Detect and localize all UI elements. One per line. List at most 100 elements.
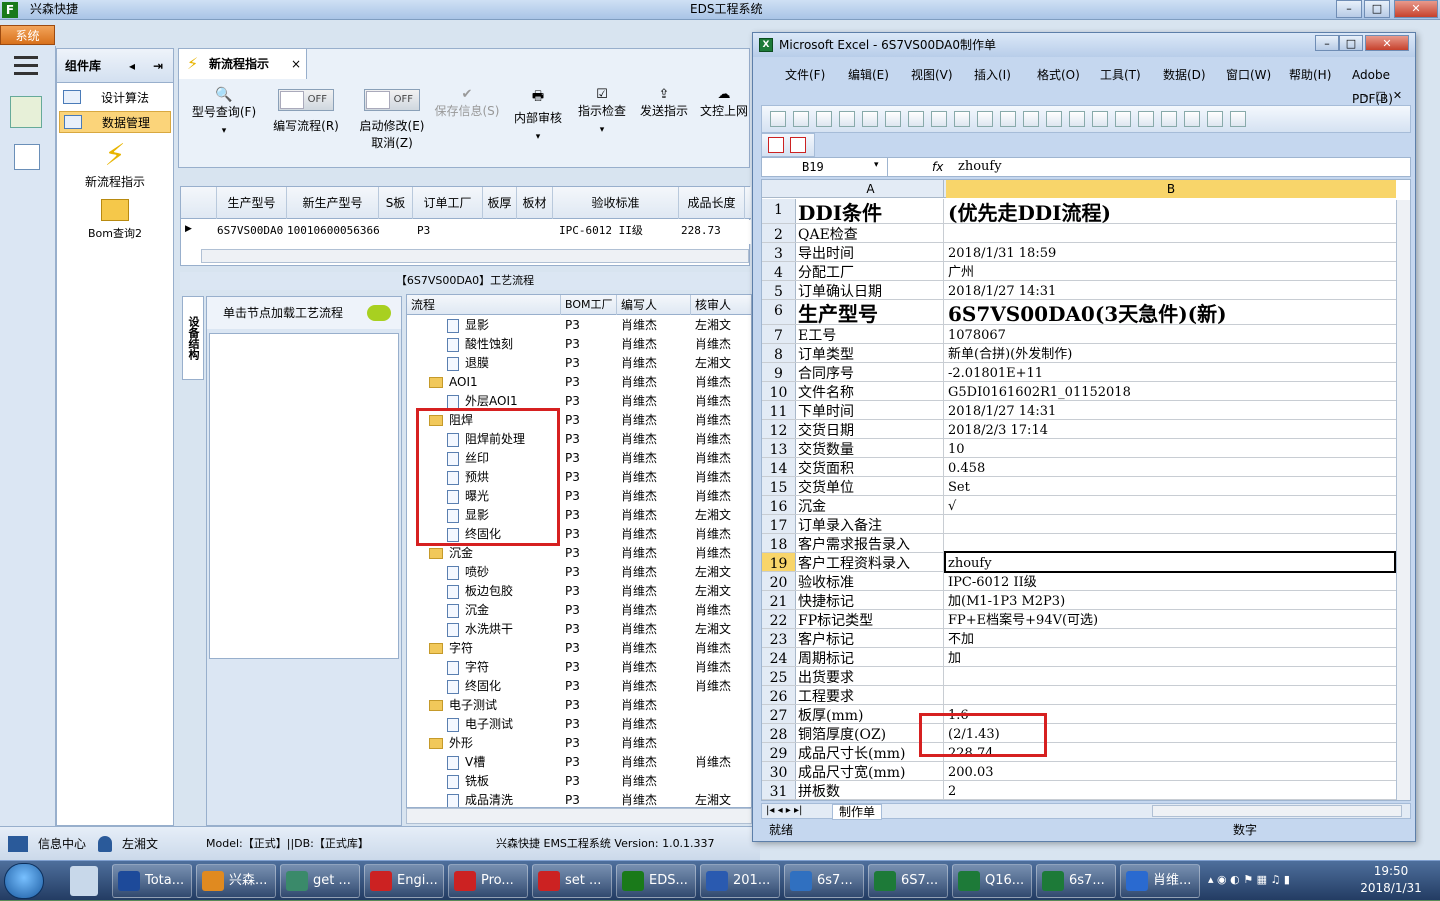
tree-row[interactable]: 电子测试 P3 肖维杰 — [407, 715, 751, 734]
model-query-button[interactable]: 🔍 型号查询(F) ▾ — [185, 87, 263, 167]
calculator-icon[interactable] — [14, 144, 40, 170]
sort-asc-icon[interactable] — [1138, 111, 1154, 127]
row-number[interactable]: 3 — [762, 243, 796, 262]
sheet-nav-icon[interactable]: |◂ ◂ ▸ ▸| — [766, 804, 802, 818]
cell-a[interactable]: 交货面积 — [798, 458, 944, 476]
cell-a[interactable]: 周期标记 — [798, 648, 944, 666]
minimize-button[interactable]: – — [1336, 0, 1362, 18]
sheet-tab[interactable]: 制作单 — [832, 804, 883, 820]
cell-a[interactable]: DDI条件 — [798, 199, 944, 223]
row-number[interactable]: 29 — [762, 743, 796, 762]
format-painter-icon[interactable] — [1023, 111, 1039, 127]
cell-b[interactable]: 不加 — [946, 629, 1394, 647]
row-number[interactable]: 1 — [762, 199, 796, 223]
sheet-row[interactable]: 13 交货数量 10 — [762, 439, 1396, 458]
row-number[interactable]: 13 — [762, 439, 796, 458]
cell-b[interactable]: 200.03 — [946, 762, 1394, 780]
pdf-icon[interactable] — [768, 137, 784, 153]
open-icon[interactable] — [793, 111, 809, 127]
chart-icon[interactable] — [1184, 111, 1200, 127]
sheet-row[interactable]: 19 客户工程资料录入 zhoufy — [762, 551, 1396, 573]
excel-close-button[interactable]: ✕ — [1365, 35, 1409, 51]
row-number[interactable]: 15 — [762, 477, 796, 496]
col-header[interactable]: 核审人 — [691, 295, 751, 315]
cell-a[interactable]: 订单类型 — [798, 344, 944, 362]
sheet-row[interactable]: 17 订单录入备注 — [762, 515, 1396, 534]
row-number[interactable]: 9 — [762, 363, 796, 382]
tree-row[interactable]: 显影 P3 肖维杰 左湘文 — [407, 316, 751, 335]
row-number[interactable]: 6 — [762, 300, 796, 324]
tree-row[interactable]: 字符 P3 肖维杰 肖维杰 — [407, 639, 751, 658]
cell-a[interactable]: 客户需求报告录入 — [798, 534, 944, 552]
col-header-b[interactable]: B — [946, 180, 1396, 198]
cell-a[interactable]: 生产型号 — [798, 300, 944, 324]
menu-item[interactable]: 格式(O) — [1037, 63, 1080, 87]
cell-b[interactable]: 2018/2/3 17:14 — [946, 420, 1394, 438]
save-icon[interactable] — [816, 111, 832, 127]
taskbar-button[interactable]: 201... — [700, 864, 780, 898]
close-tab-icon[interactable]: × — [291, 49, 301, 79]
save-info-button[interactable]: ✔ 保存信息(S) — [433, 87, 501, 167]
sheet-row[interactable]: 11 下单时间 2018/1/27 14:31 — [762, 401, 1396, 420]
cell-b[interactable] — [946, 534, 1394, 552]
table-row[interactable]: ▶ 6S7VS00DA0 10010600056366 P3 IPC-6012 … — [181, 220, 751, 244]
cell-b[interactable]: 加 — [946, 648, 1394, 666]
cell-b[interactable]: 1078067 — [946, 325, 1394, 343]
col-header[interactable]: 验收标准 — [553, 187, 679, 219]
toggle-switch[interactable]: OFF — [278, 89, 334, 111]
send-instruction-button[interactable]: ⇪ 发送指示 — [635, 87, 693, 167]
menu-item[interactable]: 窗口(W) — [1226, 63, 1271, 87]
row-number[interactable]: 18 — [762, 534, 796, 553]
col-header[interactable]: 板厚 — [483, 187, 517, 219]
excel-vertical-scrollbar[interactable] — [1396, 200, 1410, 800]
cell-b[interactable]: 广州 — [946, 262, 1394, 280]
comp-item-design-algo[interactable]: 设计算法 — [59, 87, 171, 109]
drawing-icon[interactable] — [1207, 111, 1223, 127]
cell-b[interactable] — [946, 515, 1394, 533]
taskbar-button[interactable]: Tota... — [112, 864, 192, 898]
paste-icon[interactable] — [1000, 111, 1016, 127]
start-modify-toggle[interactable]: OFF 启动修改(E) 取消(Z) — [349, 87, 435, 167]
row-number[interactable]: 30 — [762, 762, 796, 781]
row-number[interactable]: 7 — [762, 325, 796, 344]
row-number[interactable]: 21 — [762, 591, 796, 610]
fx-icon[interactable]: fx — [932, 158, 943, 176]
row-number[interactable]: 20 — [762, 572, 796, 591]
taskbar-button[interactable]: 6s7... — [1036, 864, 1116, 898]
cell-b[interactable]: G5DI0161602R1_01152018 — [946, 382, 1394, 400]
pdf-mail-icon[interactable] — [790, 137, 806, 153]
fill-color-icon[interactable] — [1230, 111, 1246, 127]
cell-a[interactable]: 交货数量 — [798, 439, 944, 457]
hyperlink-icon[interactable] — [1092, 111, 1108, 127]
cell-a[interactable]: 下单时间 — [798, 401, 944, 419]
taskbar-button[interactable]: 兴森... — [196, 864, 276, 898]
col-header[interactable]: S板 — [379, 187, 413, 219]
sheet-row[interactable]: 20 验收标准 IPC-6012 II级 — [762, 572, 1396, 591]
row-number[interactable]: 5 — [762, 281, 796, 300]
tree-horizontal-scrollbar[interactable] — [406, 808, 752, 824]
new-icon[interactable] — [770, 111, 786, 127]
sheet-row[interactable]: 4 分配工厂 广州 — [762, 262, 1396, 281]
info-center-link[interactable]: 信息中心 — [38, 827, 86, 861]
row-number[interactable]: 10 — [762, 382, 796, 401]
doc-control-upload-button[interactable]: ☁ 文控上网 — [697, 87, 751, 167]
tree-row[interactable]: 成品清洗 P3 肖维杰 左湘文 — [407, 791, 751, 807]
tree-row[interactable]: AOI1 P3 肖维杰 肖维杰 — [407, 373, 751, 392]
cell-b[interactable]: FP+E档案号+94V(可选) — [946, 610, 1394, 628]
tab-new-flow[interactable]: ⚡ 新流程指示 × — [179, 49, 307, 79]
excel-maximize-button[interactable]: □ — [1339, 35, 1363, 51]
taskbar-button[interactable]: set ... — [532, 864, 612, 898]
cell-a[interactable]: 分配工厂 — [798, 262, 944, 280]
row-number[interactable]: 26 — [762, 686, 796, 705]
print-icon[interactable] — [862, 111, 878, 127]
bom-query-shortcut[interactable]: Bom查询2 — [57, 199, 173, 241]
sheet-row[interactable]: 12 交货日期 2018/2/3 17:14 — [762, 420, 1396, 439]
cell-b[interactable] — [946, 686, 1394, 704]
sheet-row[interactable]: 3 导出时间 2018/1/31 18:59 — [762, 243, 1396, 262]
menu-item[interactable]: 工具(T) — [1100, 63, 1141, 87]
sheet-row[interactable]: 16 沉金 √ — [762, 496, 1396, 515]
cell-b[interactable]: zhoufy — [944, 551, 1396, 573]
tree-row[interactable]: 沉金 P3 肖维杰 肖维杰 — [407, 544, 751, 563]
cell-b[interactable]: 2 — [946, 781, 1394, 799]
system-tray[interactable]: ▴ ◉ ◐ ⚑ ▦ ♫ ▮ — [1208, 873, 1338, 886]
